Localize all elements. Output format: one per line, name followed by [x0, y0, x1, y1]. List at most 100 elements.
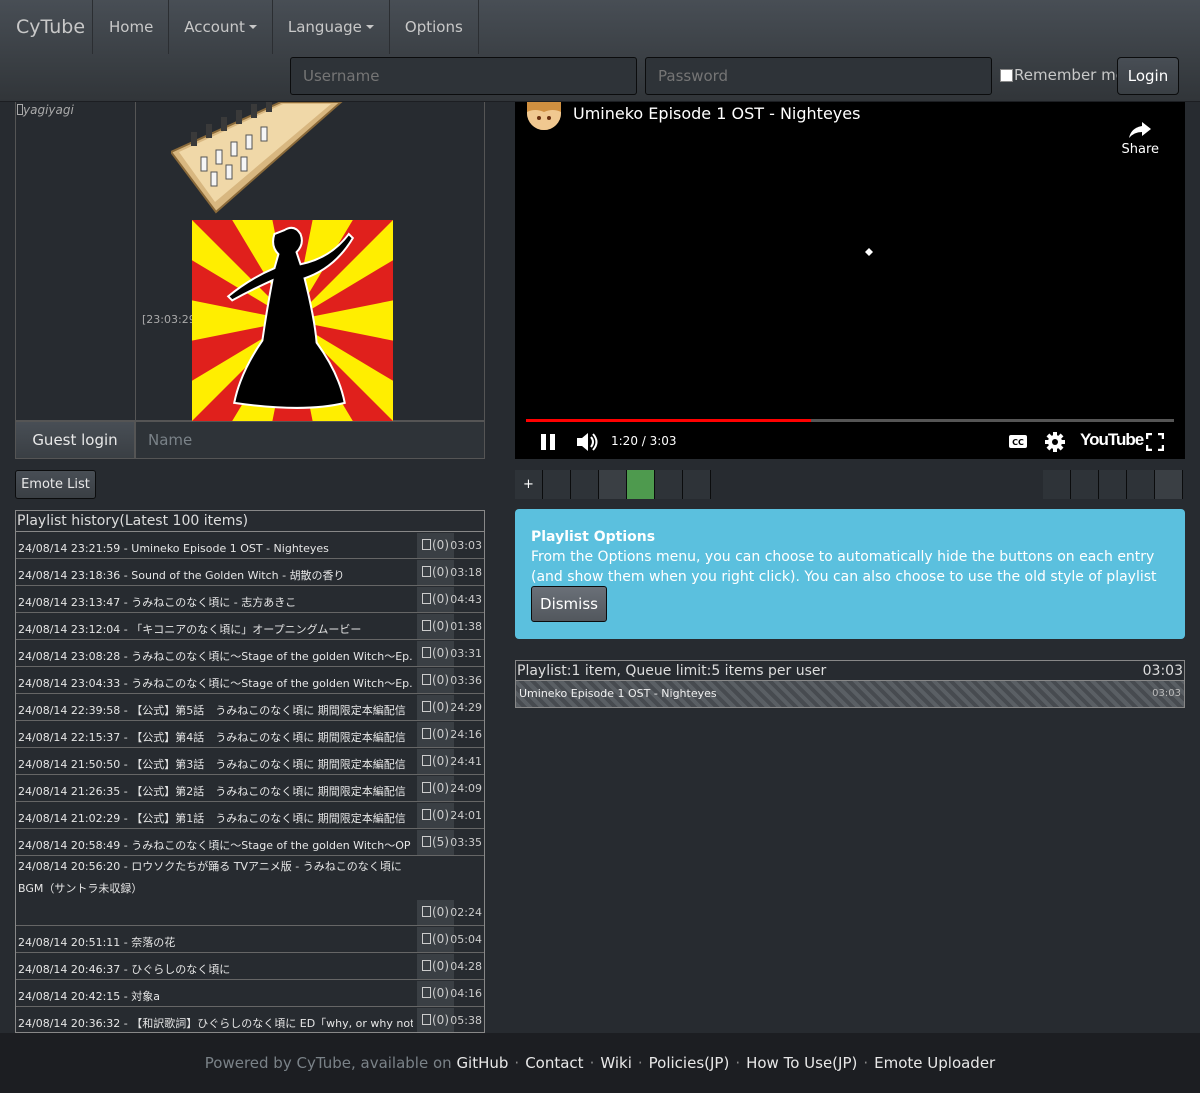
history-row-title[interactable]: 24/08/14 20:56:20 - ロウソクたちが踊る TVアニメ版 - う…	[18, 856, 413, 900]
history-row-title[interactable]: 24/08/14 23:21:59 - Umineko Episode 1 OS…	[18, 538, 413, 560]
history-vote[interactable]: (0)	[417, 1008, 454, 1032]
user-name[interactable]: yagiyagi	[23, 103, 74, 117]
brand-logo[interactable]: CyTube	[0, 0, 93, 54]
footer-link-policies[interactable]: Policies(JP)	[649, 1054, 730, 1072]
player-control-button[interactable]	[683, 470, 711, 499]
history-vote[interactable]: (0)	[417, 900, 454, 925]
dismiss-button[interactable]: Dismiss	[531, 586, 607, 622]
history-row-title[interactable]: 24/08/14 23:12:04 - 「キコニアのなく頃に」オープニングムービ…	[18, 619, 413, 641]
footer-link-wiki[interactable]: Wiki	[600, 1054, 632, 1072]
player-control-button[interactable]	[599, 470, 627, 499]
player-control-button[interactable]	[543, 470, 571, 499]
volume-icon[interactable]	[575, 431, 599, 453]
history-row[interactable]: 24/08/14 22:15:37 - 【公式】第4話 うみねこのなく頃に 期間…	[16, 721, 484, 748]
settings-gear-icon[interactable]	[1045, 432, 1065, 452]
footer-link-contact[interactable]: Contact	[525, 1054, 583, 1072]
password-input[interactable]	[645, 57, 992, 95]
history-row[interactable]: 24/08/14 23:13:47 - うみねこのなく頃に - 志方あきこ (0)…	[16, 586, 484, 613]
history-row[interactable]: 24/08/14 23:18:36 - Sound of the Golden …	[16, 559, 484, 586]
pause-icon[interactable]	[540, 433, 556, 451]
history-vote[interactable]: (0)	[417, 533, 454, 558]
history-vote[interactable]: (5)	[417, 830, 454, 855]
history-row[interactable]: 24/08/14 21:02:29 - 【公式】第1話 うみねこのなく頃に 期間…	[16, 802, 484, 829]
history-row-title[interactable]: 24/08/14 22:15:37 - 【公式】第4話 うみねこのなく頃に 期間…	[18, 727, 413, 749]
history-row-title[interactable]: 24/08/14 23:04:33 - うみねこのなく頃に～Stage of t…	[18, 673, 413, 695]
add-media-button[interactable]: +	[515, 470, 543, 499]
history-vote[interactable]: (0)	[417, 668, 454, 693]
playlist-control-button[interactable]	[1127, 470, 1155, 499]
history-row[interactable]: 24/08/14 23:12:04 - 「キコニアのなく頃に」オープニングムービ…	[16, 613, 484, 640]
captions-icon[interactable]: CC	[1008, 434, 1028, 449]
nav-language[interactable]: Language	[273, 0, 390, 54]
fullscreen-icon[interactable]	[1146, 433, 1164, 451]
history-row[interactable]: 24/08/14 20:58:49 - うみねこのなく頃に～Stage of t…	[16, 829, 484, 856]
history-row[interactable]: 24/08/14 22:39:58 - 【公式】第5話 うみねこのなく頃に 期間…	[16, 694, 484, 721]
history-row-title[interactable]: 24/08/14 23:08:28 - うみねこのなく頃に～Stage of t…	[18, 646, 413, 668]
history-vote[interactable]: (0)	[417, 641, 454, 666]
playlist-item[interactable]: Umineko Episode 1 OST - Nighteyes 03:03	[516, 681, 1184, 707]
history-row[interactable]: 24/08/14 23:04:33 - うみねこのなく頃に～Stage of t…	[16, 667, 484, 694]
history-vote[interactable]: (0)	[417, 954, 454, 979]
history-row[interactable]: 24/08/14 23:21:59 - Umineko Episode 1 OS…	[16, 532, 484, 559]
video-title[interactable]: Umineko Episode 1 OST - Nighteyes	[573, 104, 860, 123]
youtube-logo[interactable]: YouTube	[1080, 430, 1144, 450]
history-row[interactable]: 24/08/14 20:36:32 - 【和訳歌詞】ひぐらしのなく頃に ED「w…	[16, 1007, 484, 1032]
playlist-control-button[interactable]	[1155, 470, 1183, 499]
history-vote[interactable]: (0)	[417, 722, 454, 747]
history-row[interactable]: 24/08/14 23:08:28 - うみねこのなく頃に～Stage of t…	[16, 640, 484, 667]
history-vote[interactable]: (0)	[417, 614, 454, 639]
history-vote[interactable]: (0)	[417, 803, 454, 828]
chat-messages[interactable]: [23:03:29]	[136, 102, 484, 421]
playlist-control-button[interactable]	[1071, 470, 1099, 499]
history-row[interactable]: 24/08/14 20:51:11 - 奈落の花 (0) 05:04	[16, 926, 484, 953]
history-row-title[interactable]: 24/08/14 22:39:58 - 【公式】第5話 うみねこのなく頃に 期間…	[18, 700, 413, 722]
player-control-button[interactable]	[571, 470, 599, 499]
history-row-title[interactable]: 24/08/14 20:36:32 - 【和訳歌詞】ひぐらしのなく頃に ED「w…	[18, 1013, 413, 1032]
history-row[interactable]: 24/08/14 20:56:20 - ロウソクたちが踊る TVアニメ版 - う…	[16, 856, 484, 926]
player-control-button[interactable]	[627, 470, 655, 499]
channel-avatar[interactable]	[527, 102, 561, 130]
nav-options[interactable]: Options	[390, 0, 479, 54]
history-row[interactable]: 24/08/14 21:26:35 - 【公式】第2話 うみねこのなく頃に 期間…	[16, 775, 484, 802]
history-row-title[interactable]: 24/08/14 23:18:36 - Sound of the Golden …	[18, 565, 413, 587]
guest-login-button[interactable]: Guest login	[15, 421, 135, 459]
history-row-title[interactable]: 24/08/14 20:58:49 - うみねこのなく頃に～Stage of t…	[18, 835, 413, 857]
vote-box-icon	[422, 782, 431, 793]
share-button[interactable]: Share	[1121, 122, 1159, 157]
history-row[interactable]: 24/08/14 20:42:15 - 対象a (0) 04:16	[16, 980, 484, 1007]
username-input[interactable]	[290, 57, 637, 95]
history-row-title[interactable]: 24/08/14 21:26:35 - 【公式】第2話 うみねこのなく頃に 期間…	[18, 781, 413, 803]
history-row[interactable]: 24/08/14 20:46:37 - ひぐらしのなく頃に (0) 04:28	[16, 953, 484, 980]
playlist-control-button[interactable]	[1099, 470, 1127, 499]
history-row-title[interactable]: 24/08/14 23:13:47 - うみねこのなく頃に - 志方あきこ	[18, 592, 413, 614]
history-row[interactable]: 24/08/14 21:50:50 - 【公式】第3話 うみねこのなく頃に 期間…	[16, 748, 484, 775]
footer-link-howto[interactable]: How To Use(JP)	[746, 1054, 857, 1072]
user-list: yagiyagi	[16, 102, 136, 421]
nav-account[interactable]: Account	[169, 0, 273, 54]
footer-link-github[interactable]: GitHub	[456, 1054, 508, 1072]
emote-list-button[interactable]: Emote List	[15, 470, 96, 499]
footer-link-emote-uploader[interactable]: Emote Uploader	[874, 1054, 995, 1072]
login-button[interactable]: Login	[1117, 57, 1179, 95]
remember-checkbox[interactable]	[1000, 68, 1013, 82]
nav-home[interactable]: Home	[94, 0, 170, 54]
history-vote[interactable]: (0)	[417, 749, 454, 774]
history-row-title[interactable]: 24/08/14 21:50:50 - 【公式】第3話 うみねこのなく頃に 期間…	[18, 754, 413, 776]
history-row-title[interactable]: 24/08/14 20:51:11 - 奈落の花	[18, 932, 413, 954]
playlist-item-title[interactable]: Umineko Episode 1 OST - Nighteyes	[519, 687, 717, 700]
history-vote[interactable]: (0)	[417, 981, 454, 1006]
player-control-button[interactable]	[655, 470, 683, 499]
history-row-title[interactable]: 24/08/14 20:46:37 - ひぐらしのなく頃に	[18, 959, 413, 981]
video-player[interactable]: Umineko Episode 1 OST - Nighteyes Share …	[515, 102, 1185, 459]
history-row-title[interactable]: 24/08/14 20:42:15 - 対象a	[18, 986, 413, 1008]
progress-bar[interactable]	[526, 419, 1174, 422]
remember-me[interactable]: Remember me	[1000, 66, 1125, 84]
history-vote[interactable]: (0)	[417, 560, 454, 585]
guest-name-input[interactable]: Name	[135, 421, 485, 459]
playlist-control-button[interactable]	[1043, 470, 1071, 499]
history-vote[interactable]: (0)	[417, 927, 454, 952]
history-vote[interactable]: (0)	[417, 776, 454, 801]
history-row-title[interactable]: 24/08/14 21:02:29 - 【公式】第1話 うみねこのなく頃に 期間…	[18, 808, 413, 830]
history-vote[interactable]: (0)	[417, 587, 454, 612]
history-vote[interactable]: (0)	[417, 695, 454, 720]
